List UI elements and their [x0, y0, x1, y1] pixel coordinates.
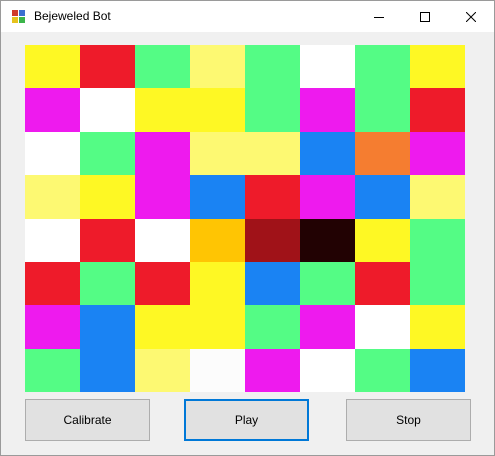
close-icon[interactable]	[448, 1, 494, 32]
gem-cell[interactable]	[245, 262, 300, 305]
gem-cell[interactable]	[25, 219, 80, 262]
gem-cell[interactable]	[245, 175, 300, 219]
gem-cell[interactable]	[355, 88, 410, 132]
gem-cell[interactable]	[355, 349, 410, 392]
gem-cell[interactable]	[410, 132, 465, 175]
gem-cell[interactable]	[80, 88, 135, 132]
gem-cell[interactable]	[300, 349, 355, 392]
gem-cell[interactable]	[410, 305, 465, 349]
gem-cell[interactable]	[25, 45, 80, 88]
gem-cell[interactable]	[355, 175, 410, 219]
gem-cell[interactable]	[190, 175, 245, 219]
gem-cell[interactable]	[25, 88, 80, 132]
client-area: Calibrate Play Stop	[1, 32, 494, 455]
gem-cell[interactable]	[135, 305, 190, 349]
app-window: Bejeweled Bot Calibrate Play Stop	[0, 0, 495, 456]
gem-cell[interactable]	[25, 175, 80, 219]
gem-cell[interactable]	[25, 305, 80, 349]
gem-cell[interactable]	[190, 305, 245, 349]
gem-cell[interactable]	[25, 262, 80, 305]
gem-cell[interactable]	[355, 305, 410, 349]
gem-cell[interactable]	[355, 219, 410, 262]
stop-button[interactable]: Stop	[346, 399, 471, 441]
gem-cell[interactable]	[190, 88, 245, 132]
gem-cell[interactable]	[80, 132, 135, 175]
gem-cell[interactable]	[135, 45, 190, 88]
gem-cell[interactable]	[300, 305, 355, 349]
gem-cell[interactable]	[410, 175, 465, 219]
gem-cell[interactable]	[300, 88, 355, 132]
game-board[interactable]	[25, 45, 465, 392]
gem-cell[interactable]	[410, 88, 465, 132]
gem-cell[interactable]	[190, 262, 245, 305]
gem-cell[interactable]	[80, 175, 135, 219]
gem-cell[interactable]	[410, 45, 465, 88]
gem-cell[interactable]	[80, 219, 135, 262]
maximize-icon[interactable]	[402, 1, 448, 32]
gem-cell[interactable]	[300, 45, 355, 88]
gem-cell[interactable]	[80, 45, 135, 88]
title-bar[interactable]: Bejeweled Bot	[1, 1, 494, 32]
window-title: Bejeweled Bot	[34, 9, 111, 23]
gem-cell[interactable]	[80, 305, 135, 349]
gem-cell[interactable]	[410, 349, 465, 392]
gem-cell[interactable]	[135, 175, 190, 219]
gem-cell[interactable]	[190, 349, 245, 392]
gem-cell[interactable]	[245, 349, 300, 392]
gem-cell[interactable]	[190, 132, 245, 175]
gem-cell[interactable]	[190, 219, 245, 262]
gem-cell[interactable]	[245, 219, 300, 262]
gem-cell[interactable]	[135, 219, 190, 262]
gem-cell[interactable]	[245, 305, 300, 349]
gem-cell[interactable]	[245, 88, 300, 132]
gem-cell[interactable]	[245, 45, 300, 88]
gem-cell[interactable]	[135, 349, 190, 392]
gem-cell[interactable]	[25, 132, 80, 175]
gem-cell[interactable]	[355, 45, 410, 88]
gem-cell[interactable]	[80, 349, 135, 392]
gem-cell[interactable]	[300, 219, 355, 262]
gem-cell[interactable]	[135, 262, 190, 305]
gem-cell[interactable]	[190, 45, 245, 88]
gem-cell[interactable]	[135, 132, 190, 175]
gem-cell[interactable]	[355, 132, 410, 175]
app-icon	[12, 10, 26, 24]
calibrate-button[interactable]: Calibrate	[25, 399, 150, 441]
gem-cell[interactable]	[300, 175, 355, 219]
gem-cell[interactable]	[300, 132, 355, 175]
gem-cell[interactable]	[135, 88, 190, 132]
gem-cell[interactable]	[300, 262, 355, 305]
gem-cell[interactable]	[80, 262, 135, 305]
minimize-icon[interactable]	[356, 1, 402, 32]
gem-cell[interactable]	[245, 132, 300, 175]
gem-cell[interactable]	[410, 262, 465, 305]
gem-cell[interactable]	[410, 219, 465, 262]
gem-cell[interactable]	[25, 349, 80, 392]
play-button[interactable]: Play	[184, 399, 309, 441]
gem-cell[interactable]	[355, 262, 410, 305]
